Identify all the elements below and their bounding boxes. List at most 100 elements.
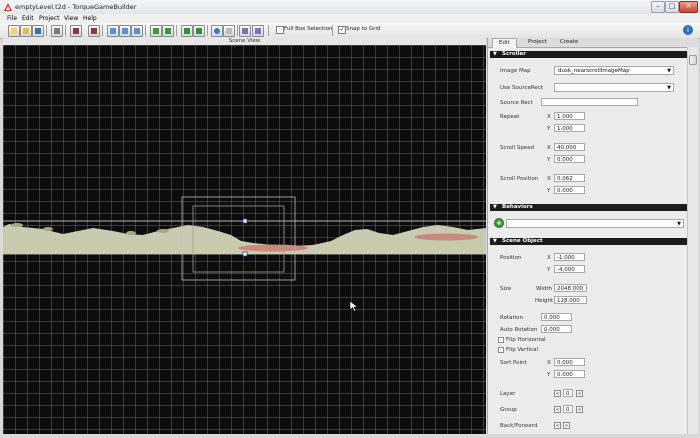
copy-button[interactable] xyxy=(70,25,82,37)
layer-input[interactable]: 0 xyxy=(563,389,573,397)
section-scroller[interactable]: ▼ Scroller xyxy=(490,51,687,58)
grid-icon xyxy=(255,28,261,34)
scroll-position-x-label: X xyxy=(547,176,551,182)
back-forward-label: Back/Forward xyxy=(500,423,538,429)
repeat-x-label: X xyxy=(547,114,551,120)
scroll-speed-x-input[interactable]: 40.000 xyxy=(554,143,585,151)
terrain-rock xyxy=(157,229,169,233)
scroll-speed-label: Scroll Speed xyxy=(500,145,535,151)
torque-logo-icon xyxy=(4,3,12,11)
panel-tabs: Edit Project Create xyxy=(488,38,698,48)
position-y-input[interactable]: -4.000 xyxy=(554,265,585,273)
scroll-position-y-input[interactable]: 0.000 xyxy=(554,186,585,194)
use-source-rect-dropdown[interactable]: ▼ xyxy=(554,83,674,92)
image-icon xyxy=(184,28,190,34)
scroll-position-x-input[interactable]: 0.062 xyxy=(554,174,585,182)
flip-vertical-checkbox[interactable] xyxy=(498,347,504,353)
scroll-speed-x-label: X xyxy=(547,145,551,151)
layers-icon xyxy=(242,28,248,34)
chevron-down-icon: ▼ xyxy=(677,221,681,227)
image-map-dropdown[interactable]: dusk_nearscrollImageMap ▼ xyxy=(554,66,674,75)
group-increment-button[interactable]: » xyxy=(576,406,583,413)
sort-point-y-input[interactable]: 0.000 xyxy=(554,370,585,378)
height-input[interactable]: 128.000 xyxy=(554,296,587,304)
layers-button[interactable] xyxy=(239,25,251,37)
menu-edit[interactable]: Edit xyxy=(22,15,34,22)
position-label: Position xyxy=(500,255,522,261)
menu-view[interactable]: View xyxy=(64,15,78,22)
section-scene-object[interactable]: ▼ Scene Object xyxy=(490,238,687,245)
width-label: Width xyxy=(536,286,552,292)
tab-edit[interactable]: Edit xyxy=(492,38,517,48)
panel-scrollbar[interactable] xyxy=(687,47,698,434)
menu-bar: File Edit Project View Help xyxy=(0,14,700,23)
height-label: Height xyxy=(535,298,554,304)
source-rect-input[interactable] xyxy=(541,98,638,106)
redo-button[interactable] xyxy=(162,25,174,37)
cut-button[interactable] xyxy=(51,25,63,37)
tool-a-button[interactable] xyxy=(107,25,119,37)
size-label: Size xyxy=(500,286,512,292)
scroll-position-label: Scroll Position xyxy=(500,176,539,182)
flip-horizontal-checkbox[interactable] xyxy=(498,337,504,343)
group-decrement-button[interactable]: « xyxy=(554,406,561,413)
scene-canvas xyxy=(3,196,486,312)
group-label: Group xyxy=(500,407,517,413)
save-button[interactable] xyxy=(32,25,44,37)
position-x-input[interactable]: -1.000 xyxy=(554,253,585,261)
scene-view-title: Scene View xyxy=(228,38,261,44)
tool-b-button[interactable] xyxy=(119,25,131,37)
tab-project[interactable]: Project xyxy=(528,39,547,45)
width-input[interactable]: 2048.000 xyxy=(554,284,587,292)
toolbar-separator xyxy=(207,25,208,36)
scrollbar-thumb[interactable] xyxy=(689,55,697,65)
tool-c-button[interactable] xyxy=(131,25,143,37)
grid-button[interactable] xyxy=(252,25,264,37)
minimize-button[interactable]: – xyxy=(651,1,665,13)
snap-to-grid-checkbox[interactable]: ✓ xyxy=(338,26,346,34)
terrain-patch xyxy=(238,244,308,252)
send-back-button[interactable]: « xyxy=(554,422,561,429)
folder-icon xyxy=(23,28,29,34)
section-behaviors[interactable]: ▼ Behaviors xyxy=(490,204,687,211)
pointer-icon xyxy=(226,28,232,34)
terrain-patch xyxy=(414,233,478,241)
undo-button[interactable] xyxy=(150,25,162,37)
full-box-selection-checkbox[interactable] xyxy=(276,26,284,34)
selection-handle-bottom[interactable] xyxy=(242,251,248,257)
open-button[interactable] xyxy=(20,25,32,37)
maximize-button[interactable]: □ xyxy=(665,1,679,13)
zoom-button[interactable] xyxy=(211,25,223,37)
layer-decrement-button[interactable]: « xyxy=(554,390,561,397)
image-tool-button[interactable] xyxy=(181,25,193,37)
window-title: emptyLevel.t2d - TorqueGameBuilder xyxy=(15,3,137,11)
repeat-label: Repeat xyxy=(500,114,520,120)
sort-point-x-input[interactable]: 0.000 xyxy=(554,358,585,366)
scene-view[interactable] xyxy=(3,45,486,434)
scroll-speed-y-input[interactable]: 0.000 xyxy=(554,155,585,163)
position-x-label: X xyxy=(547,255,551,261)
bring-forward-button[interactable]: » xyxy=(563,422,570,429)
repeat-y-input[interactable]: 1.000 xyxy=(554,124,585,132)
selection-handle-top[interactable] xyxy=(242,218,248,224)
tab-create[interactable]: Create xyxy=(560,39,578,45)
add-behavior-button[interactable]: + xyxy=(494,218,504,228)
pointer-button[interactable] xyxy=(223,25,235,37)
title-bar: emptyLevel.t2d - TorqueGameBuilder – □ ✕ xyxy=(0,0,700,15)
menu-project[interactable]: Project xyxy=(39,15,60,22)
sort-point-label: Sort Point xyxy=(500,360,527,366)
rotation-input[interactable]: 0.000 xyxy=(541,313,572,321)
help-button[interactable]: i xyxy=(683,25,693,35)
scene-icon xyxy=(196,28,202,34)
close-button[interactable]: ✕ xyxy=(679,1,698,13)
menu-file[interactable]: File xyxy=(7,15,17,22)
menu-help[interactable]: Help xyxy=(83,15,97,22)
repeat-x-input[interactable]: 1.000 xyxy=(554,112,585,120)
auto-rotation-input[interactable]: 0.000 xyxy=(541,325,572,333)
group-input[interactable]: 0 xyxy=(563,405,573,413)
new-button[interactable] xyxy=(8,25,20,37)
paste-button[interactable] xyxy=(88,25,100,37)
layer-increment-button[interactable]: » xyxy=(576,390,583,397)
scene-tool-button[interactable] xyxy=(193,25,205,37)
behavior-dropdown[interactable]: ▼ xyxy=(506,219,684,228)
